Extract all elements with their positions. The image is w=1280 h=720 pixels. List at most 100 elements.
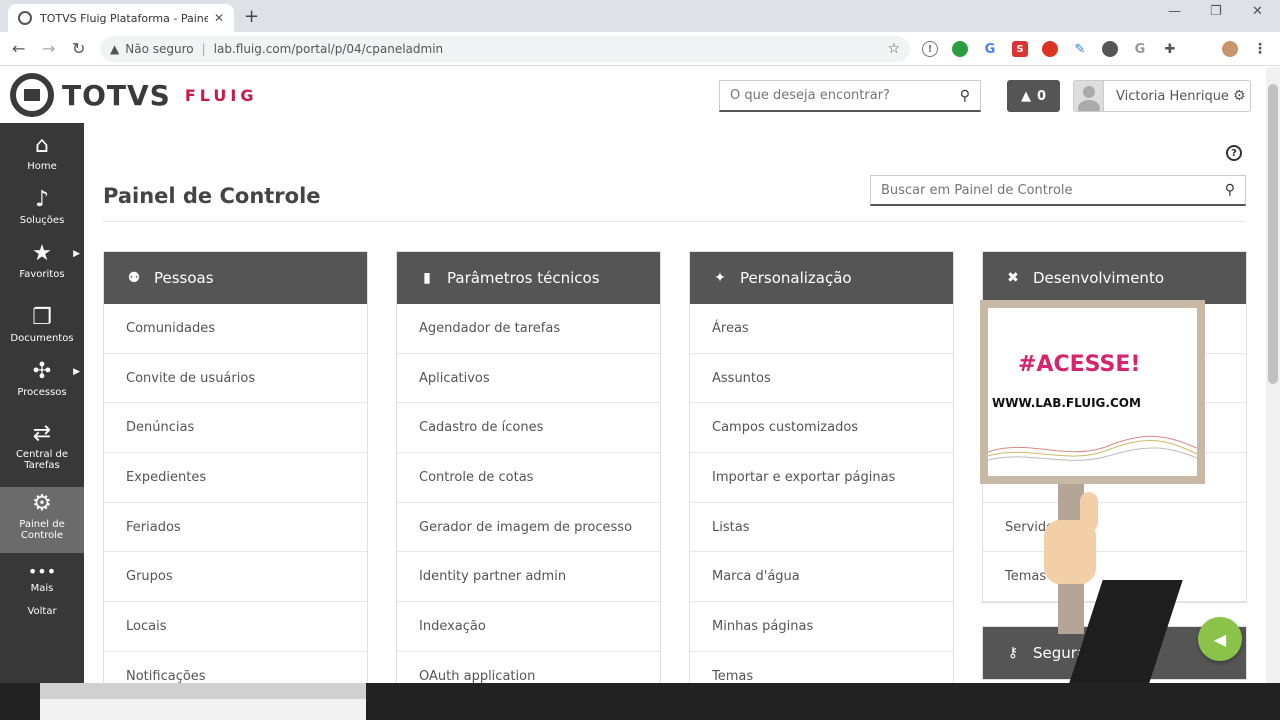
sidebar-item-documentos[interactable]: ❐ Documentos <box>0 305 84 353</box>
list-item[interactable]: Denúncias <box>104 403 367 454</box>
bookmark-star-icon[interactable]: ☆ <box>887 41 900 57</box>
list-item[interactable]: Importar e exportar páginas <box>690 453 953 503</box>
window-close-icon[interactable]: ✕ <box>1252 4 1263 19</box>
promo-sign-panel: #ACESSE! WWW.LAB.FLUIG.COM <box>988 308 1197 476</box>
promo-wave-decoration <box>988 435 1197 461</box>
star-icon: ★ <box>32 241 52 266</box>
home-icon: ⌂ <box>35 133 49 158</box>
warning-icon: ▲ <box>110 42 120 56</box>
gear-icon: ⚙ <box>32 491 52 516</box>
list-item[interactable]: Listas <box>690 503 953 553</box>
browser-tab[interactable]: TOTVS Fluig Plataforma - Painel d ✕ <box>8 4 234 32</box>
list-item[interactable]: Marca d'água <box>690 552 953 603</box>
sidebar-item-solucoes[interactable]: ♪ Soluções <box>0 187 84 235</box>
forward-icon[interactable]: → <box>42 39 55 58</box>
search-icon[interactable]: ⚲ <box>1225 182 1235 198</box>
list-item[interactable]: Aplicativos <box>397 354 660 404</box>
scrollbar-thumb[interactable] <box>1268 84 1278 384</box>
card-title: Parâmetros técnicos <box>447 269 600 287</box>
promo-title: #ACESSE! <box>1018 352 1141 377</box>
profile-avatar-icon[interactable] <box>1222 41 1238 57</box>
promo-url: WWW.LAB.FLUIG.COM <box>992 396 1141 410</box>
extension-gray-icon[interactable]: G <box>1132 41 1148 57</box>
list-item[interactable]: Minhas páginas <box>690 602 953 652</box>
key-icon: ⚷ <box>1007 645 1019 661</box>
global-search-box: ⚲ <box>719 80 981 112</box>
list-item[interactable]: Comunidades <box>104 304 367 354</box>
solutions-icon: ♪ <box>34 187 50 212</box>
panel-search-input[interactable] <box>881 182 1225 198</box>
feedback-megaphone-button[interactable]: ◀ <box>1198 617 1242 661</box>
more-dots-icon: ••• <box>27 562 57 581</box>
list-item[interactable]: Assuntos <box>690 354 953 404</box>
extension-google-icon[interactable]: G <box>982 41 998 57</box>
sidebar-item-label: Painel de Controle <box>19 519 65 541</box>
user-menu-button[interactable]: Victoria Henrique ⚙ <box>1073 80 1251 112</box>
avatar <box>1074 81 1104 111</box>
list-item[interactable]: Controle de cotas <box>397 453 660 503</box>
minimize-icon[interactable]: — <box>1168 4 1181 19</box>
megaphone-icon: ◀ <box>1213 629 1227 649</box>
sidebar-item-central-de-tarefas[interactable]: ⇄ Central de Tarefas <box>0 421 84 479</box>
panel-search-box: ⚲ <box>870 175 1246 206</box>
extension-s-icon[interactable]: S <box>1012 41 1028 57</box>
help-icon[interactable]: ? <box>1226 145 1242 161</box>
address-bar[interactable]: ▲ Não seguro | lab.fluig.com/portal/p/04… <box>100 36 910 62</box>
site-favicon-icon <box>18 11 32 25</box>
list-item[interactable]: Indexação <box>397 602 660 652</box>
not-secure-label: Não seguro <box>125 42 194 56</box>
sidebar-item-home[interactable]: ⌂ Home <box>0 133 84 181</box>
sidebar-item-voltar[interactable]: Voltar <box>0 606 84 622</box>
extension-red-icon[interactable] <box>1042 41 1058 57</box>
global-search-input[interactable] <box>730 88 960 103</box>
back-icon[interactable]: ← <box>12 39 25 58</box>
list-item[interactable]: Servidor <box>983 503 1246 553</box>
reload-icon[interactable]: ↻ <box>72 39 85 58</box>
sidebar-item-processos[interactable]: ✣ Processos ▶ <box>0 359 84 407</box>
browser-toolbar: ← → ↻ ▲ Não seguro | lab.fluig.com/porta… <box>0 32 1280 66</box>
list-item[interactable]: Cadastro de ícones <box>397 403 660 454</box>
app-header: TOTVS FLUIG ⚲ ▲ 0 Victoria Henrique ⚙ <box>0 67 1266 123</box>
sidebar-item-painel-de-controle[interactable]: ⚙ Painel de Controle <box>0 487 84 553</box>
card-header: ⚉ Pessoas <box>104 252 367 304</box>
expand-arrow-icon: ▶ <box>73 367 80 377</box>
list-item[interactable]: Locais <box>104 602 367 652</box>
search-icon[interactable]: ⚲ <box>960 88 970 104</box>
documents-icon: ❐ <box>32 305 52 330</box>
sidebar-item-label: Central de Tarefas <box>15 449 69 471</box>
restore-icon[interactable]: ❐ <box>1210 4 1222 19</box>
user-name: Victoria Henrique <box>1116 88 1229 104</box>
sidebar-item-label: Processos <box>17 387 67 398</box>
list-item[interactable]: Campos customizados <box>690 403 953 454</box>
bar-chart-icon: ▮ <box>423 270 431 286</box>
sidebar-item-mais[interactable]: ••• Mais <box>0 563 84 597</box>
card-header: ▮ Parâmetros técnicos <box>397 252 660 304</box>
totvs-fluig-logo[interactable]: TOTVS FLUIG <box>10 73 257 117</box>
promo-sign: #ACESSE! WWW.LAB.FLUIG.COM <box>980 300 1205 484</box>
extensions-puzzle-icon[interactable]: ✚ <box>1162 41 1178 57</box>
people-icon: ⚉ <box>127 270 141 286</box>
card-personalizacao: ✦ Personalização Áreas Assuntos Campos c… <box>689 251 954 703</box>
list-item[interactable]: Identity partner admin <box>397 552 660 603</box>
list-item[interactable]: Convite de usuários <box>104 354 367 404</box>
list-item[interactable]: Feriados <box>104 503 367 553</box>
extension-feather-icon[interactable]: ✎ <box>1072 41 1088 57</box>
list-item[interactable]: Áreas <box>690 304 953 354</box>
taskbar-strip-light <box>40 683 366 699</box>
sidebar-item-label: Voltar <box>27 606 57 617</box>
browser-menu-icon[interactable]: ⋮ <box>1252 41 1268 57</box>
close-tab-icon[interactable]: ✕ <box>214 11 224 25</box>
list-item[interactable]: Agendador de tarefas <box>397 304 660 354</box>
list-item[interactable]: Expedientes <box>104 453 367 503</box>
extension-circle-icon[interactable] <box>1102 41 1118 57</box>
sidebar-item-favoritos[interactable]: ★ Favoritos ▶ <box>0 241 84 289</box>
extension-info-icon[interactable]: ! <box>922 41 938 57</box>
tools-icon: ✖ <box>1007 270 1019 286</box>
list-item[interactable]: Gerador de imagem de processo <box>397 503 660 553</box>
extension-green-icon[interactable] <box>952 41 968 57</box>
alerts-button[interactable]: ▲ 0 <box>1007 80 1060 112</box>
new-tab-icon[interactable]: + <box>244 6 259 27</box>
card-title: Pessoas <box>154 269 214 287</box>
processes-icon: ✣ <box>32 359 52 384</box>
list-item[interactable]: Grupos <box>104 552 367 603</box>
